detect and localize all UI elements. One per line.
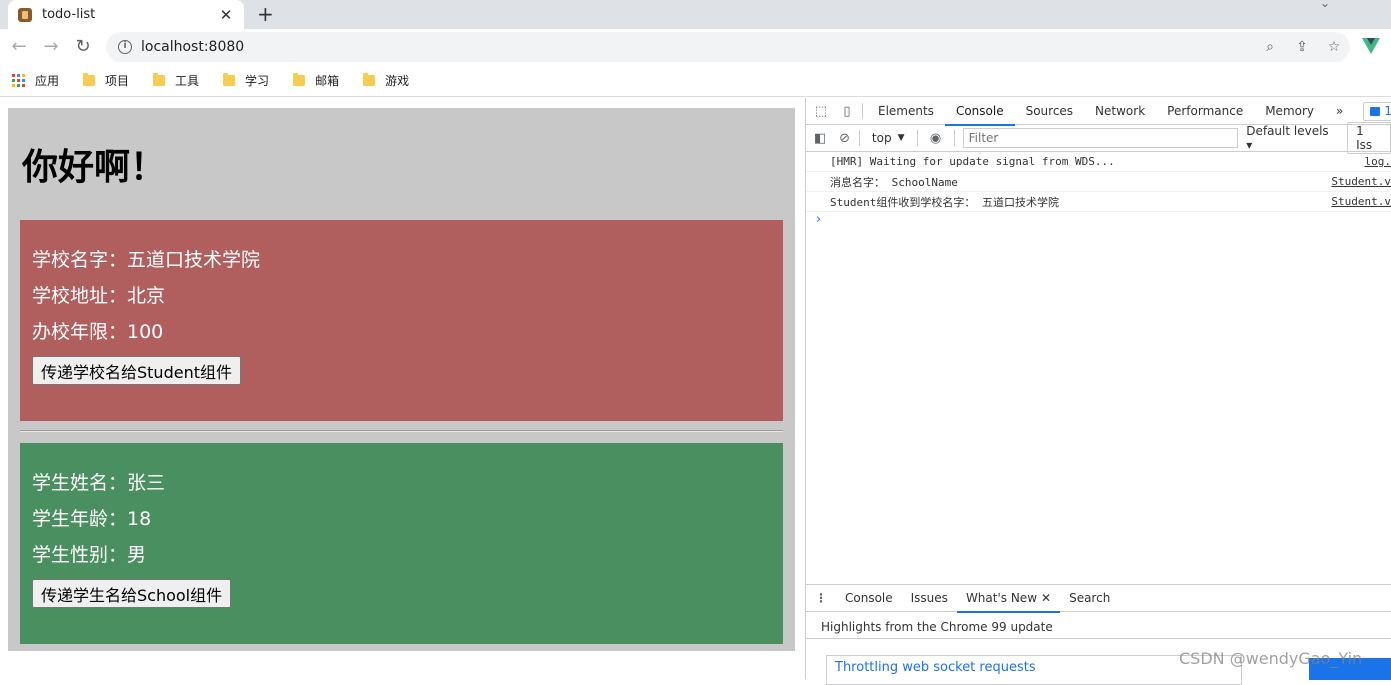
watermark: CSDN @wendyGao_Yin [1179, 649, 1362, 668]
bookmark-label: 项目 [105, 72, 129, 89]
issues-counter[interactable]: 1 Iss [1347, 122, 1391, 154]
separator [954, 130, 955, 146]
drawer-tab-search[interactable]: Search [1060, 585, 1119, 612]
issues-count: 1 [1384, 104, 1391, 118]
drawer-tab-bar: ⋮ Console Issues What's New ✕ Search [806, 585, 1391, 612]
bookmark-label: 应用 [35, 72, 59, 89]
console-message-text: [HMR] Waiting for update signal from WDS… [830, 155, 1115, 168]
issues-badge[interactable]: 1 [1363, 102, 1391, 121]
drawer-tab-issues[interactable]: Issues [902, 585, 957, 612]
send-student-name-button[interactable]: 传递学生名给School组件 [32, 579, 231, 608]
app-root: 你好啊！ 学校名字：五道口技术学院 学校地址：北京 办校年限：100 传递学校名… [8, 108, 795, 651]
school-address: 学校地址：北京 [32, 284, 771, 308]
context-selector[interactable]: top ▼ [864, 131, 913, 145]
share-icon[interactable]: ⇪ [1286, 39, 1318, 55]
console-message-text: 消息名字： SchoolName [830, 174, 958, 190]
zoom-icon[interactable]: ⌕ [1254, 39, 1286, 55]
school-years: 办校年限：100 [32, 320, 771, 344]
folder-icon [223, 75, 235, 86]
vue-favicon-icon [18, 8, 32, 22]
student-age: 学生年龄：18 [32, 507, 771, 531]
console-prompt[interactable]: › [806, 212, 1391, 232]
new-tab-button[interactable]: + [257, 2, 274, 26]
console-message: Student组件收到学校名字： 五道口技术学院 Student.v [806, 192, 1391, 212]
bookmark-label: 邮箱 [315, 72, 339, 89]
drawer-menu-icon[interactable]: ⋮ [806, 591, 836, 605]
back-arrow-icon[interactable]: ← [8, 36, 30, 58]
bookmark-label: 游戏 [385, 72, 409, 89]
browser-tab[interactable]: todo-list ✕ [8, 0, 244, 29]
bookmark-star-icon[interactable]: ☆ [1318, 39, 1350, 55]
vue-devtools-extension-icon[interactable] [1362, 38, 1380, 54]
clear-console-icon[interactable]: ⊘ [834, 131, 855, 146]
reload-icon[interactable]: ↻ [72, 36, 94, 58]
devtools-tab-elements[interactable]: Elements [867, 98, 945, 125]
divider [20, 430, 783, 432]
tab-close-icon[interactable]: ✕ [218, 6, 234, 24]
folder-icon [83, 75, 95, 86]
bookmark-folder[interactable]: 项目 [83, 72, 129, 89]
context-label: top [872, 131, 892, 145]
browser-tab-strip: todo-list ✕ + ⌄ [0, 0, 1391, 29]
drawer-tab-console[interactable]: Console [836, 585, 902, 612]
devtools-tab-console[interactable]: Console [945, 98, 1015, 125]
devtools-tab-bar: ⬚ ▯ Elements Console Sources Network Per… [806, 98, 1391, 125]
page-title: 你好啊！ [22, 144, 783, 192]
separator [917, 130, 918, 146]
devtools-tab-sources[interactable]: Sources [1015, 98, 1084, 125]
forward-arrow-icon[interactable]: → [40, 36, 62, 58]
console-message: [HMR] Waiting for update signal from WDS… [806, 152, 1391, 172]
bookmark-folder[interactable]: 游戏 [363, 72, 409, 89]
drawer-tab-label: What's New [966, 591, 1037, 605]
folder-icon [363, 75, 375, 86]
browser-toolbar: ← → ↻ i localhost:8080 ⌕ ⇪ ☆ [0, 29, 1391, 65]
console-source-link[interactable]: Student.v [1331, 195, 1391, 208]
dropdown-arrow-icon: ▼ [898, 133, 905, 143]
devtools-panel: ⬚ ▯ Elements Console Sources Network Per… [805, 98, 1391, 679]
sidebar-toggle-icon[interactable]: ◧ [806, 131, 834, 146]
bookmark-folder[interactable]: 学习 [223, 72, 269, 89]
apps-grid-icon [12, 74, 25, 87]
console-message: 消息名字： SchoolName Student.v [806, 172, 1391, 192]
folder-icon [153, 75, 165, 86]
bookmark-folder[interactable]: 邮箱 [293, 72, 339, 89]
console-filter-input[interactable] [963, 128, 1239, 148]
device-toolbar-icon[interactable]: ▯ [836, 104, 858, 119]
student-name: 学生姓名：张三 [32, 471, 771, 495]
url-text: localhost:8080 [141, 39, 1254, 55]
school-name: 学校名字：五道口技术学院 [32, 248, 771, 272]
devtools-tab-memory[interactable]: Memory [1254, 98, 1325, 125]
bookmark-label: 工具 [175, 72, 199, 89]
message-icon [1370, 107, 1380, 116]
close-tab-icon[interactable]: ✕ [1041, 591, 1051, 605]
console-source-link[interactable]: log. [1365, 155, 1391, 168]
drawer-tab-whats-new[interactable]: What's New ✕ [957, 585, 1060, 612]
live-expression-eye-icon[interactable]: ◉ [921, 131, 949, 146]
log-levels-dropdown[interactable]: Default levels ▾ [1246, 124, 1333, 152]
school-card: 学校名字：五道口技术学院 学校地址：北京 办校年限：100 传递学校名给Stud… [20, 220, 783, 421]
console-source-link[interactable]: Student.v [1331, 175, 1391, 188]
student-card: 学生姓名：张三 学生年龄：18 学生性别：男 传递学生名给School组件 [20, 443, 783, 644]
separator [859, 130, 860, 146]
bookmark-folder[interactable]: 工具 [153, 72, 199, 89]
devtools-tab-network[interactable]: Network [1084, 98, 1156, 125]
separator [862, 103, 863, 119]
student-gender: 学生性别：男 [32, 543, 771, 567]
tab-search-chevron-icon[interactable]: ⌄ [1320, 0, 1330, 10]
inspect-element-icon[interactable]: ⬚ [806, 104, 836, 119]
folder-icon [293, 75, 305, 86]
tab-title: todo-list [42, 7, 218, 22]
devtools-tab-performance[interactable]: Performance [1156, 98, 1254, 125]
whats-new-heading: Highlights from the Chrome 99 update [806, 612, 1391, 639]
more-tabs-icon[interactable]: » [1325, 98, 1354, 125]
console-toolbar: ◧ ⊘ top ▼ ◉ Default levels ▾ 1 Iss [806, 125, 1391, 152]
send-school-name-button[interactable]: 传递学校名给Student组件 [32, 356, 241, 385]
address-bar[interactable]: i localhost:8080 ⌕ ⇪ ☆ [106, 32, 1350, 62]
page-viewport: 你好啊！ 学校名字：五道口技术学院 学校地址：北京 办校年限：100 传递学校名… [0, 98, 805, 679]
site-info-icon[interactable]: i [118, 40, 132, 54]
console-message-text: Student组件收到学校名字： 五道口技术学院 [830, 194, 1059, 210]
bookmark-label: 学习 [245, 72, 269, 89]
bookmarks-bar: 应用 项目 工具 学习 邮箱 游戏 [0, 65, 1391, 97]
bookmark-apps[interactable]: 应用 [12, 72, 59, 89]
